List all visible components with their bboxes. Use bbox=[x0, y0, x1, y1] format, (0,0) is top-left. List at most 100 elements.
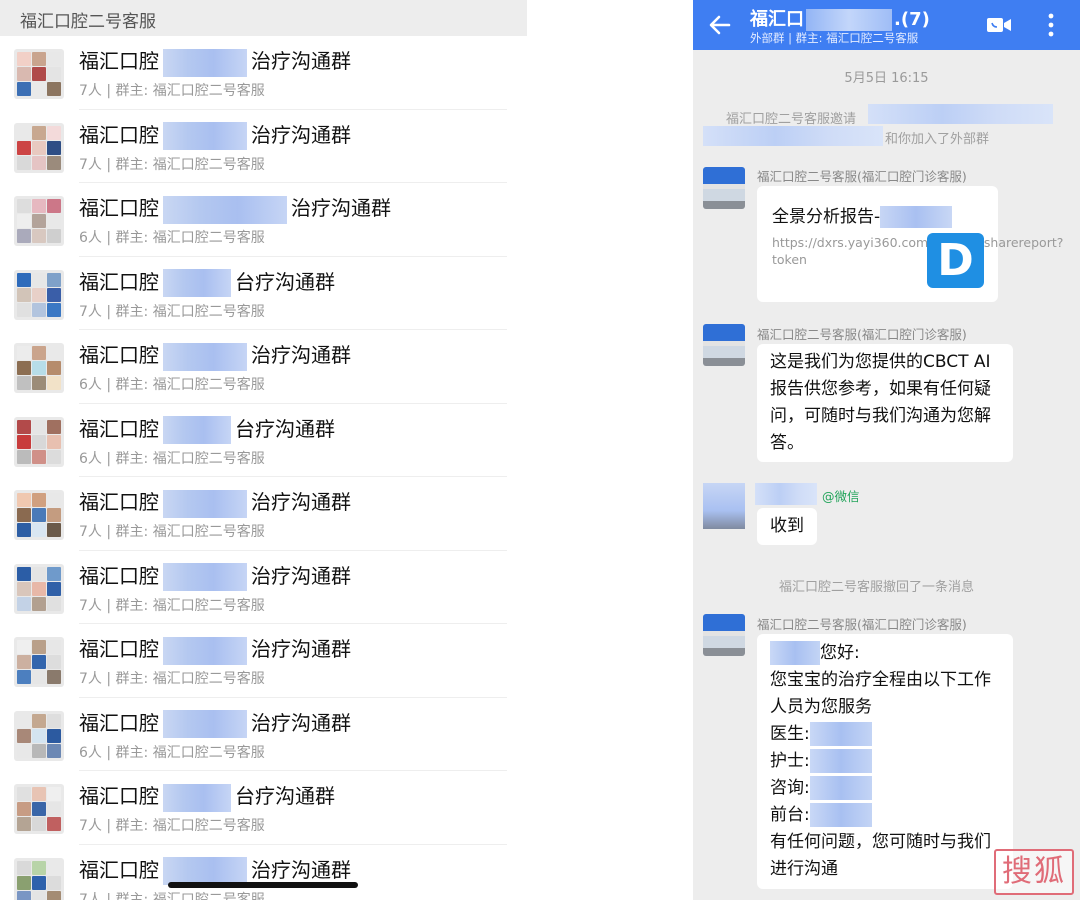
message-line: 前台: bbox=[770, 802, 1000, 829]
group-list-item[interactable]: 福汇口腔 治疗沟通群 7人 | 群主: 福汇口腔二号客服 bbox=[0, 845, 527, 900]
back-arrow-icon[interactable] bbox=[705, 10, 735, 40]
group-name: 福汇口腔 治疗沟通群 bbox=[79, 634, 351, 665]
group-meta: 7人 | 群主: 福汇口腔二号客服 bbox=[79, 818, 265, 834]
group-list-item[interactable]: 福汇口腔 治疗沟通群 6人 | 群主: 福汇口腔二号客服 bbox=[0, 698, 527, 771]
group-list-item[interactable]: 福汇口腔 治疗沟通群 7人 | 群主: 福汇口腔二号客服 bbox=[0, 36, 527, 110]
home-indicator[interactable] bbox=[168, 882, 358, 888]
link-card-title: 全景分析报告- bbox=[772, 202, 953, 228]
group-list-item[interactable]: 福汇口腔 治疗沟通群 7人 | 群主: 福汇口腔二号客服 bbox=[0, 624, 527, 698]
group-name-suffix: 台疗沟通群 bbox=[235, 416, 335, 441]
group-name: 福汇口腔 治疗沟通群 bbox=[79, 46, 351, 77]
avatar[interactable] bbox=[703, 324, 745, 366]
avatar[interactable] bbox=[703, 167, 745, 209]
redacted-name bbox=[163, 857, 247, 885]
link-card-url: https://dxrs.yayi360.com/leopard/sharere… bbox=[772, 235, 1064, 267]
redacted-names bbox=[868, 104, 1053, 124]
redacted-name bbox=[809, 776, 872, 800]
group-name-suffix: 治疗沟通群 bbox=[251, 857, 351, 882]
group-list-item[interactable]: 福汇口腔 台疗沟通群 7人 | 群主: 福汇口腔二号客服 bbox=[0, 257, 527, 330]
chat-title-prefix: 福汇口 bbox=[750, 9, 804, 30]
nurse-label: 护士: bbox=[770, 751, 810, 771]
group-list-item[interactable]: 福汇口腔 治疗沟通群 7人 | 群主: 福汇口腔二号客服 bbox=[0, 477, 527, 551]
message-line: 有任何问题，您可随时与我们进行沟通 bbox=[770, 832, 991, 879]
message-line: 咨询: bbox=[770, 775, 1000, 802]
message-line: 您宝宝的治疗全程由以下工作人员为您服务 bbox=[770, 670, 991, 717]
more-options-icon[interactable] bbox=[1046, 12, 1056, 38]
list-header-title: 福汇口腔二号客服 bbox=[20, 12, 156, 32]
sender-name: 福汇口腔二号客服(福汇口腔门诊客服) bbox=[757, 169, 967, 184]
list-header: 福汇口腔二号客服 bbox=[0, 0, 527, 36]
group-name-prefix: 福汇口腔 bbox=[79, 196, 159, 220]
group-meta: 7人 | 群主: 福汇口腔二号客服 bbox=[79, 303, 265, 320]
group-name-prefix: 福汇口腔 bbox=[79, 49, 159, 73]
link-card[interactable]: 全景分析报告- https://dxrs.yayi360.com/leopard… bbox=[757, 186, 1064, 302]
message-bubble[interactable]: 您好: 您宝宝的治疗全程由以下工作人员为您服务 医生: 护士: 咨询: 前台: … bbox=[757, 634, 1013, 889]
redacted-name bbox=[163, 783, 231, 812]
sender-name: 福汇口腔二号客服(福汇口腔门诊客服) bbox=[757, 617, 967, 632]
redacted-name bbox=[163, 563, 247, 591]
group-name-prefix: 福汇口腔 bbox=[79, 416, 159, 441]
group-list-item[interactable]: 福汇口腔 治疗沟通群 6人 | 群主: 福汇口腔二号客服 bbox=[0, 183, 527, 257]
group-list-panel: 福汇口腔二号客服 福汇口腔 治疗沟通群 7人 | 群主: 福汇口腔二号客服 福汇口腔治… bbox=[0, 0, 527, 900]
redacted-sender-name bbox=[755, 483, 817, 505]
group-name-prefix: 福汇口腔 bbox=[79, 710, 159, 735]
redacted-names bbox=[703, 126, 883, 146]
group-list-item[interactable]: 福汇口腔 治疗沟通群 6人 | 群主: 福汇口腔二号客服 bbox=[0, 330, 527, 404]
group-list-item[interactable]: 福汇口腔 台疗沟通群 7人 | 群主: 福汇口腔二号客服 bbox=[0, 771, 527, 845]
group-meta: 7人 | 群主: 福汇口腔二号客服 bbox=[79, 891, 265, 900]
message-line: 您好: bbox=[770, 640, 1000, 667]
group-list-item[interactable]: 福汇口腔 治疗沟通群 7人 | 群主: 福汇口腔二号客服 bbox=[0, 110, 527, 183]
redacted-name bbox=[163, 122, 247, 150]
group-avatar bbox=[14, 49, 64, 99]
redacted-name bbox=[770, 641, 820, 665]
redacted-name bbox=[809, 803, 872, 827]
link-card-title-text: 全景分析报告- bbox=[772, 207, 881, 227]
group-name: 福汇口腔 治疗沟通群 bbox=[79, 855, 351, 885]
wechat-tag: @微信 bbox=[822, 489, 860, 504]
chat-timestamp: 5月5日 16:15 bbox=[844, 71, 929, 86]
redacted-name bbox=[163, 342, 247, 371]
group-name: 福汇口腔 台疗沟通群 bbox=[79, 414, 335, 444]
group-meta: 6人 | 群主: 福汇口腔二号客服 bbox=[79, 230, 265, 246]
group-meta: 6人 | 群主: 福汇口腔二号客服 bbox=[79, 377, 265, 393]
group-name-prefix: 福汇口腔 bbox=[79, 637, 159, 661]
group-name-prefix: 福汇口腔 bbox=[79, 563, 159, 588]
group-name: 福汇口腔 治疗沟通群 bbox=[79, 487, 351, 518]
redacted-name bbox=[163, 269, 231, 297]
group-avatar bbox=[14, 490, 64, 540]
greeting-text: 您好: bbox=[820, 643, 860, 663]
redacted-name bbox=[809, 722, 872, 746]
doctor-label: 医生: bbox=[770, 724, 810, 744]
watermark-logo: 搜狐 bbox=[994, 849, 1074, 895]
group-meta: 7人 | 群主: 福汇口腔二号客服 bbox=[79, 83, 265, 99]
group-list-item[interactable]: 福汇口腔 治疗沟通群 7人 | 群主: 福汇口腔二号客服 bbox=[0, 551, 527, 624]
chat-title: 福汇口 .(7) bbox=[750, 5, 930, 31]
video-call-icon[interactable] bbox=[986, 14, 1012, 36]
group-avatar bbox=[14, 857, 64, 900]
avatar[interactable] bbox=[703, 614, 745, 656]
group-name-prefix: 福汇口腔 bbox=[79, 784, 159, 808]
group-meta: 6人 | 群主: 福汇口腔二号客服 bbox=[79, 450, 265, 467]
chat-topbar: 福汇口 .(7) 外部群 | 群主: 福汇口腔二号客服 bbox=[693, 0, 1080, 50]
group-name: 福汇口腔 治疗沟通群 bbox=[79, 708, 351, 738]
group-avatar bbox=[14, 784, 64, 834]
group-name-prefix: 福汇口腔 bbox=[79, 122, 159, 147]
message-line: 医生: bbox=[770, 721, 1000, 748]
group-name: 福汇口腔 台疗沟通群 bbox=[79, 781, 335, 812]
group-name-suffix: 治疗沟通群 bbox=[251, 122, 351, 147]
group-meta: 7人 | 群主: 福汇口腔二号客服 bbox=[79, 524, 265, 540]
redacted-name bbox=[880, 206, 953, 228]
group-name: 福汇口腔 治疗沟通群 bbox=[79, 193, 391, 224]
avatar[interactable] bbox=[703, 483, 745, 529]
group-name-prefix: 福汇口腔 bbox=[79, 490, 159, 514]
group-list-item[interactable]: 福汇口腔 台疗沟通群 6人 | 群主: 福汇口腔二号客服 bbox=[0, 404, 527, 477]
group-name: 福汇口腔 治疗沟通群 bbox=[79, 340, 351, 371]
group-name-prefix: 福汇口腔 bbox=[79, 343, 159, 367]
message-bubble[interactable]: 收到 bbox=[757, 508, 817, 545]
invite-message-start: 福汇口腔二号客服邀请 bbox=[726, 112, 857, 127]
group-name: 福汇口腔 治疗沟通群 bbox=[79, 561, 351, 591]
invite-message-end: 和你加入了外部群 bbox=[885, 132, 990, 147]
group-avatar bbox=[14, 637, 64, 687]
message-bubble[interactable]: 这是我们为您提供的CBCT AI报告供您参考，如果有任何疑问，可随时与我们沟通为… bbox=[757, 344, 1013, 462]
message-line: 护士: bbox=[770, 748, 1000, 775]
